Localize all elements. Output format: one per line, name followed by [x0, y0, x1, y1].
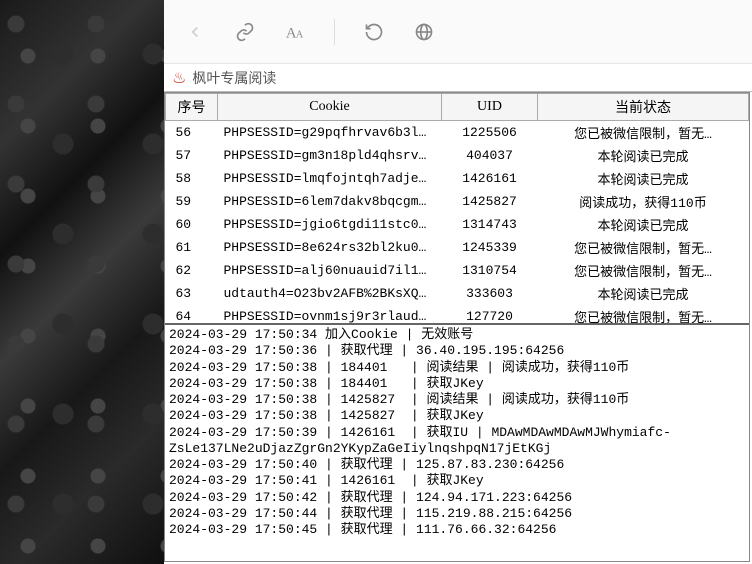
table-row[interactable]: 63udtauth4=O23bv2AFB%2BKsXQ…333603本轮阅读已完…	[166, 282, 749, 305]
refresh-icon[interactable]	[363, 21, 385, 43]
cell-status: 阅读成功，获得110币	[538, 190, 749, 213]
log-output[interactable]: 2024-03-29 17:50:34 加入Cookie | 无效账号 2024…	[165, 325, 749, 561]
cell-seq: 62	[166, 259, 218, 282]
cell-status: 您已被微信限制，暂无…	[538, 121, 749, 145]
desktop-wallpaper	[0, 0, 164, 564]
app-title-bar: ♨ 枫叶专属阅读	[164, 64, 752, 92]
cell-uid: 1310754	[442, 259, 538, 282]
app-title-text: 枫叶专属阅读	[192, 68, 276, 88]
cell-seq: 60	[166, 213, 218, 236]
browser-toolbar: AA	[164, 0, 752, 64]
cell-uid: 1245339	[442, 236, 538, 259]
table-header-row: 序号 Cookie UID 当前状态	[166, 94, 749, 121]
col-cookie[interactable]: Cookie	[218, 94, 442, 121]
cell-status: 您已被微信限制，暂无…	[538, 305, 749, 325]
svg-text:A: A	[296, 29, 304, 40]
cell-cookie: PHPSESSID=g29pqfhrvav6b3l…	[218, 121, 442, 145]
cell-seq: 61	[166, 236, 218, 259]
cell-seq: 56	[166, 121, 218, 145]
cell-seq: 63	[166, 282, 218, 305]
table-row[interactable]: 62PHPSESSID=alj60nuauid7il1…1310754您已被微信…	[166, 259, 749, 282]
data-table[interactable]: 序号 Cookie UID 当前状态 56PHPSESSID=g29pqfhrv…	[165, 93, 749, 325]
cell-status: 本轮阅读已完成	[538, 282, 749, 305]
flame-icon: ♨	[172, 68, 186, 88]
cell-uid: 333603	[442, 282, 538, 305]
cell-status: 本轮阅读已完成	[538, 213, 749, 236]
cell-status: 本轮阅读已完成	[538, 167, 749, 190]
toolbar-separator	[334, 19, 335, 45]
table-row[interactable]: 64PHPSESSID=ovnm1sj9r3rlaud…127720您已被微信限…	[166, 305, 749, 325]
cell-uid: 1314743	[442, 213, 538, 236]
cell-cookie: PHPSESSID=jgio6tgdi11stc0…	[218, 213, 442, 236]
cell-seq: 59	[166, 190, 218, 213]
cell-cookie: PHPSESSID=6lem7dakv8bqcgm…	[218, 190, 442, 213]
cell-uid: 127720	[442, 305, 538, 325]
back-icon	[184, 21, 206, 43]
cell-uid: 1225506	[442, 121, 538, 145]
cell-uid: 1425827	[442, 190, 538, 213]
app-window: AA ♨ 枫叶专属阅读 序号 Cookie UID 当前状态	[164, 0, 752, 564]
table-row[interactable]: 57PHPSESSID=gm3n18pld4qhsrv…404037本轮阅读已完…	[166, 144, 749, 167]
table-row[interactable]: 58PHPSESSID=lmqfojntqh7adje…1426161本轮阅读已…	[166, 167, 749, 190]
cell-seq: 58	[166, 167, 218, 190]
cell-cookie: PHPSESSID=8e624rs32bl2ku0…	[218, 236, 442, 259]
cell-cookie: PHPSESSID=lmqfojntqh7adje…	[218, 167, 442, 190]
cell-status: 您已被微信限制，暂无…	[538, 236, 749, 259]
cell-status: 本轮阅读已完成	[538, 144, 749, 167]
col-seq[interactable]: 序号	[166, 94, 218, 121]
table-row[interactable]: 59PHPSESSID=6lem7dakv8bqcgm…1425827阅读成功，…	[166, 190, 749, 213]
globe-icon[interactable]	[413, 21, 435, 43]
cell-cookie: PHPSESSID=ovnm1sj9r3rlaud…	[218, 305, 442, 325]
table-row[interactable]: 61PHPSESSID=8e624rs32bl2ku0…1245339您已被微信…	[166, 236, 749, 259]
table-row[interactable]: 56PHPSESSID=g29pqfhrvav6b3l…1225506您已被微信…	[166, 121, 749, 145]
link-icon[interactable]	[234, 21, 256, 43]
cell-uid: 404037	[442, 144, 538, 167]
cell-status: 您已被微信限制，暂无…	[538, 259, 749, 282]
cell-seq: 64	[166, 305, 218, 325]
table-row[interactable]: 60PHPSESSID=jgio6tgdi11stc0…1314743本轮阅读已…	[166, 213, 749, 236]
main-panel: 序号 Cookie UID 当前状态 56PHPSESSID=g29pqfhrv…	[164, 92, 750, 562]
cell-seq: 57	[166, 144, 218, 167]
col-status[interactable]: 当前状态	[538, 94, 749, 121]
cell-cookie: PHPSESSID=gm3n18pld4qhsrv…	[218, 144, 442, 167]
col-uid[interactable]: UID	[442, 94, 538, 121]
cell-cookie: udtauth4=O23bv2AFB%2BKsXQ…	[218, 282, 442, 305]
font-size-icon[interactable]: AA	[284, 21, 306, 43]
cell-cookie: PHPSESSID=alj60nuauid7il1…	[218, 259, 442, 282]
cell-uid: 1426161	[442, 167, 538, 190]
